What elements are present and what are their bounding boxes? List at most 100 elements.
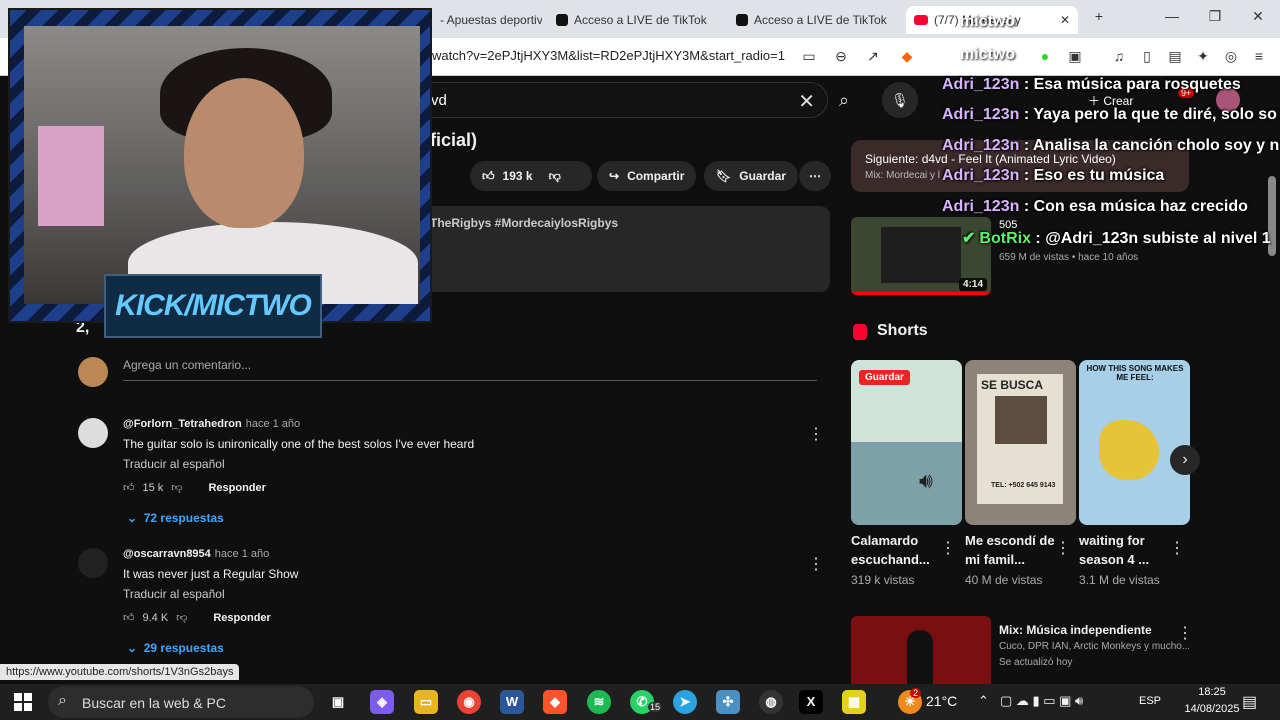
x-icon[interactable]: X — [799, 690, 823, 714]
short-views: 3.1 M de vistas — [1079, 573, 1160, 587]
comment-author[interactable]: @Forlorn_Tetrahedron hace 1 año — [123, 418, 300, 430]
comment-menu-icon[interactable]: ⋮ — [808, 424, 824, 444]
translate-link[interactable]: Traducir al español — [123, 457, 225, 471]
comment-menu-icon[interactable]: ⋮ — [808, 554, 824, 574]
chrome-icon[interactable]: ◉ — [457, 690, 481, 714]
word-icon[interactable]: W — [500, 690, 524, 714]
zoom-icon[interactable]: ⊖ — [832, 47, 850, 65]
comment-actions: 👍︎ 9.4 K 👎︎ Responder — [123, 611, 271, 625]
short-views: 40 M de vistas — [965, 573, 1043, 587]
windows-start-icon[interactable] — [14, 693, 32, 711]
thumbs-up-icon[interactable]: 👍︎ — [123, 611, 135, 624]
short-card[interactable]: SE BUSCA TEL: +502 645 9143 — [965, 360, 1076, 525]
spotify-icon[interactable]: ≋ — [587, 690, 611, 714]
mix-menu-icon[interactable]: ⋮ — [1177, 623, 1193, 643]
chat-message: Adri_123n : Eso es tu música — [942, 167, 1165, 184]
steam-icon[interactable]: ✣ — [716, 690, 740, 714]
minimize-button[interactable]: — — [1160, 8, 1184, 30]
short-title[interactable]: waiting for season 4 ... — [1079, 531, 1169, 569]
search-icon[interactable]: ⌕ — [828, 82, 860, 118]
short-menu-icon[interactable]: ⋮ — [940, 538, 956, 558]
chevron-right-icon[interactable]: › — [1170, 445, 1200, 475]
search-input[interactable]: vd — [431, 92, 447, 109]
close-tab-icon[interactable]: ✕ — [1060, 13, 1070, 27]
extension-icon[interactable]: ▣ — [1066, 47, 1084, 65]
short-menu-icon[interactable]: ⋮ — [1055, 538, 1071, 558]
short-card[interactable]: HOW THIS SONG MAKES ME FEEL: — [1079, 360, 1190, 525]
short-title[interactable]: Me escondí de mi famil... — [965, 531, 1055, 569]
thumbs-down-icon[interactable]: 👎︎ — [549, 169, 561, 184]
avatar[interactable] — [78, 548, 108, 578]
view-replies-button[interactable]: ⌄ 29 respuestas — [127, 641, 224, 655]
music-icon[interactable]: ♫ — [1110, 47, 1128, 65]
chat-message: Adri_123n : Con esa música haz crecido — [942, 198, 1248, 215]
cast-icon[interactable]: ▭ — [800, 47, 818, 65]
avatar[interactable] — [78, 418, 108, 448]
telegram-icon[interactable]: ➤ — [673, 690, 697, 714]
search-box[interactable]: vd ✕ — [418, 82, 828, 118]
more-actions-button[interactable]: ⋯ — [799, 161, 831, 191]
taskbar-search-input[interactable]: Buscar en la web & PC — [82, 695, 226, 711]
brave-icon[interactable]: ◆ — [543, 690, 567, 714]
comment-author[interactable]: @oscarravn8954 hace 1 año — [123, 548, 269, 560]
task-view-icon[interactable]: ▣ — [326, 690, 350, 714]
microphone-icon[interactable]: 🎙 — [882, 82, 918, 118]
menu-icon[interactable]: ≡ — [1250, 47, 1268, 65]
reply-button[interactable]: Responder — [208, 482, 265, 494]
leo-icon[interactable]: ✦ — [1194, 47, 1212, 65]
description-box[interactable]: TheRigbys #MordecaiylosRigbys — [424, 206, 830, 292]
short-title[interactable]: Calamardo escuchand... — [851, 531, 941, 569]
mix-thumbnail[interactable] — [851, 616, 991, 684]
translate-link[interactable]: Traducir al español — [123, 587, 225, 601]
sidebar-icon[interactable]: ▯ — [1138, 47, 1156, 65]
reply-button[interactable]: Responder — [213, 612, 270, 624]
pinterest-save-button[interactable]: Guardar — [859, 370, 910, 385]
thumbs-down-icon[interactable]: 👎︎ — [176, 611, 187, 624]
view-replies-button[interactable]: ⌄ 72 respuestas — [127, 511, 224, 525]
tab-apuestas[interactable]: - Apuestas deportiv — [432, 6, 542, 34]
clock-time[interactable]: 18:25 — [1185, 686, 1239, 698]
comment-text: The guitar solo is unironically one of t… — [123, 437, 475, 451]
brave-shield-icon[interactable]: ◆ — [898, 47, 916, 65]
language-indicator[interactable]: ESP — [1139, 695, 1161, 707]
maximize-button[interactable]: ❐ — [1203, 8, 1227, 30]
taskbar-search[interactable]: ⌕ Buscar en la web & PC — [48, 686, 314, 718]
mictwo-badge: mictwo — [960, 46, 1016, 63]
new-tab-button[interactable]: + — [1087, 8, 1111, 30]
video-duration: 4:14 — [958, 278, 987, 291]
copilot-icon[interactable]: ◈ — [370, 690, 394, 714]
file-explorer-icon[interactable]: ▭ — [414, 690, 438, 714]
tiktok-icon — [556, 14, 568, 26]
thumbs-up-icon[interactable]: 👍︎ — [123, 481, 135, 494]
weather-badge: 2 — [910, 688, 922, 698]
obs-icon[interactable]: ◍ — [759, 690, 783, 714]
thumbs-down-icon[interactable]: 👎︎ — [171, 481, 182, 494]
notification-center-icon[interactable]: ▤ — [1242, 692, 1257, 712]
short-menu-icon[interactable]: ⋮ — [1169, 538, 1185, 558]
add-comment-input[interactable]: Agrega un comentario... — [123, 358, 817, 381]
chevron-up-icon[interactable]: ⌃ — [978, 693, 989, 709]
shorts-heading: Shorts — [877, 322, 928, 339]
wallet-icon[interactable]: ▤ — [1166, 47, 1184, 65]
comment-actions: 👍︎ 15 k 👎︎ Responder — [123, 481, 266, 495]
mix-title[interactable]: Mix: Música independiente — [999, 623, 1152, 637]
tab-tiktok-1[interactable]: Acceso a LIVE de TikTok — [548, 6, 722, 34]
clear-search-icon[interactable]: ✕ — [798, 89, 815, 114]
like-button[interactable]: 👍︎ 193 k 👎︎ — [470, 161, 592, 191]
close-window-button[interactable]: ✕ — [1246, 8, 1270, 30]
sticky-notes-icon[interactable]: ▦ — [842, 690, 866, 714]
share-page-icon[interactable]: ↗ — [864, 47, 882, 65]
description-hashtags[interactable]: TheRigbys #MordecaiylosRigbys — [430, 216, 618, 230]
short-card[interactable]: Guardar 🔊︎ — [851, 360, 962, 525]
temperature[interactable]: 21°C — [926, 693, 957, 709]
share-button[interactable]: ↪ Compartir — [597, 161, 697, 191]
vpn-icon[interactable]: ◎ — [1222, 47, 1240, 65]
tray-icons[interactable]: ▢ ☁ ▮ ▭ ▣ 🔊︎ — [1000, 693, 1083, 709]
youtube-icon — [914, 15, 928, 25]
url-field[interactable]: watch?v=2ePJtjHXY3M&list=RD2ePJtjHXY3M&s… — [432, 48, 785, 63]
tab-tiktok-2[interactable]: Acceso a LIVE de TikTok — [728, 6, 902, 34]
poster-heading: SE BUSCA — [981, 378, 1044, 392]
status-url: https://www.youtube.com/shorts/1V3nGs2ba… — [0, 664, 240, 680]
save-button[interactable]: 🔖︎ Guardar — [704, 161, 798, 191]
whatsapp-ext-icon[interactable]: ● — [1036, 47, 1054, 65]
